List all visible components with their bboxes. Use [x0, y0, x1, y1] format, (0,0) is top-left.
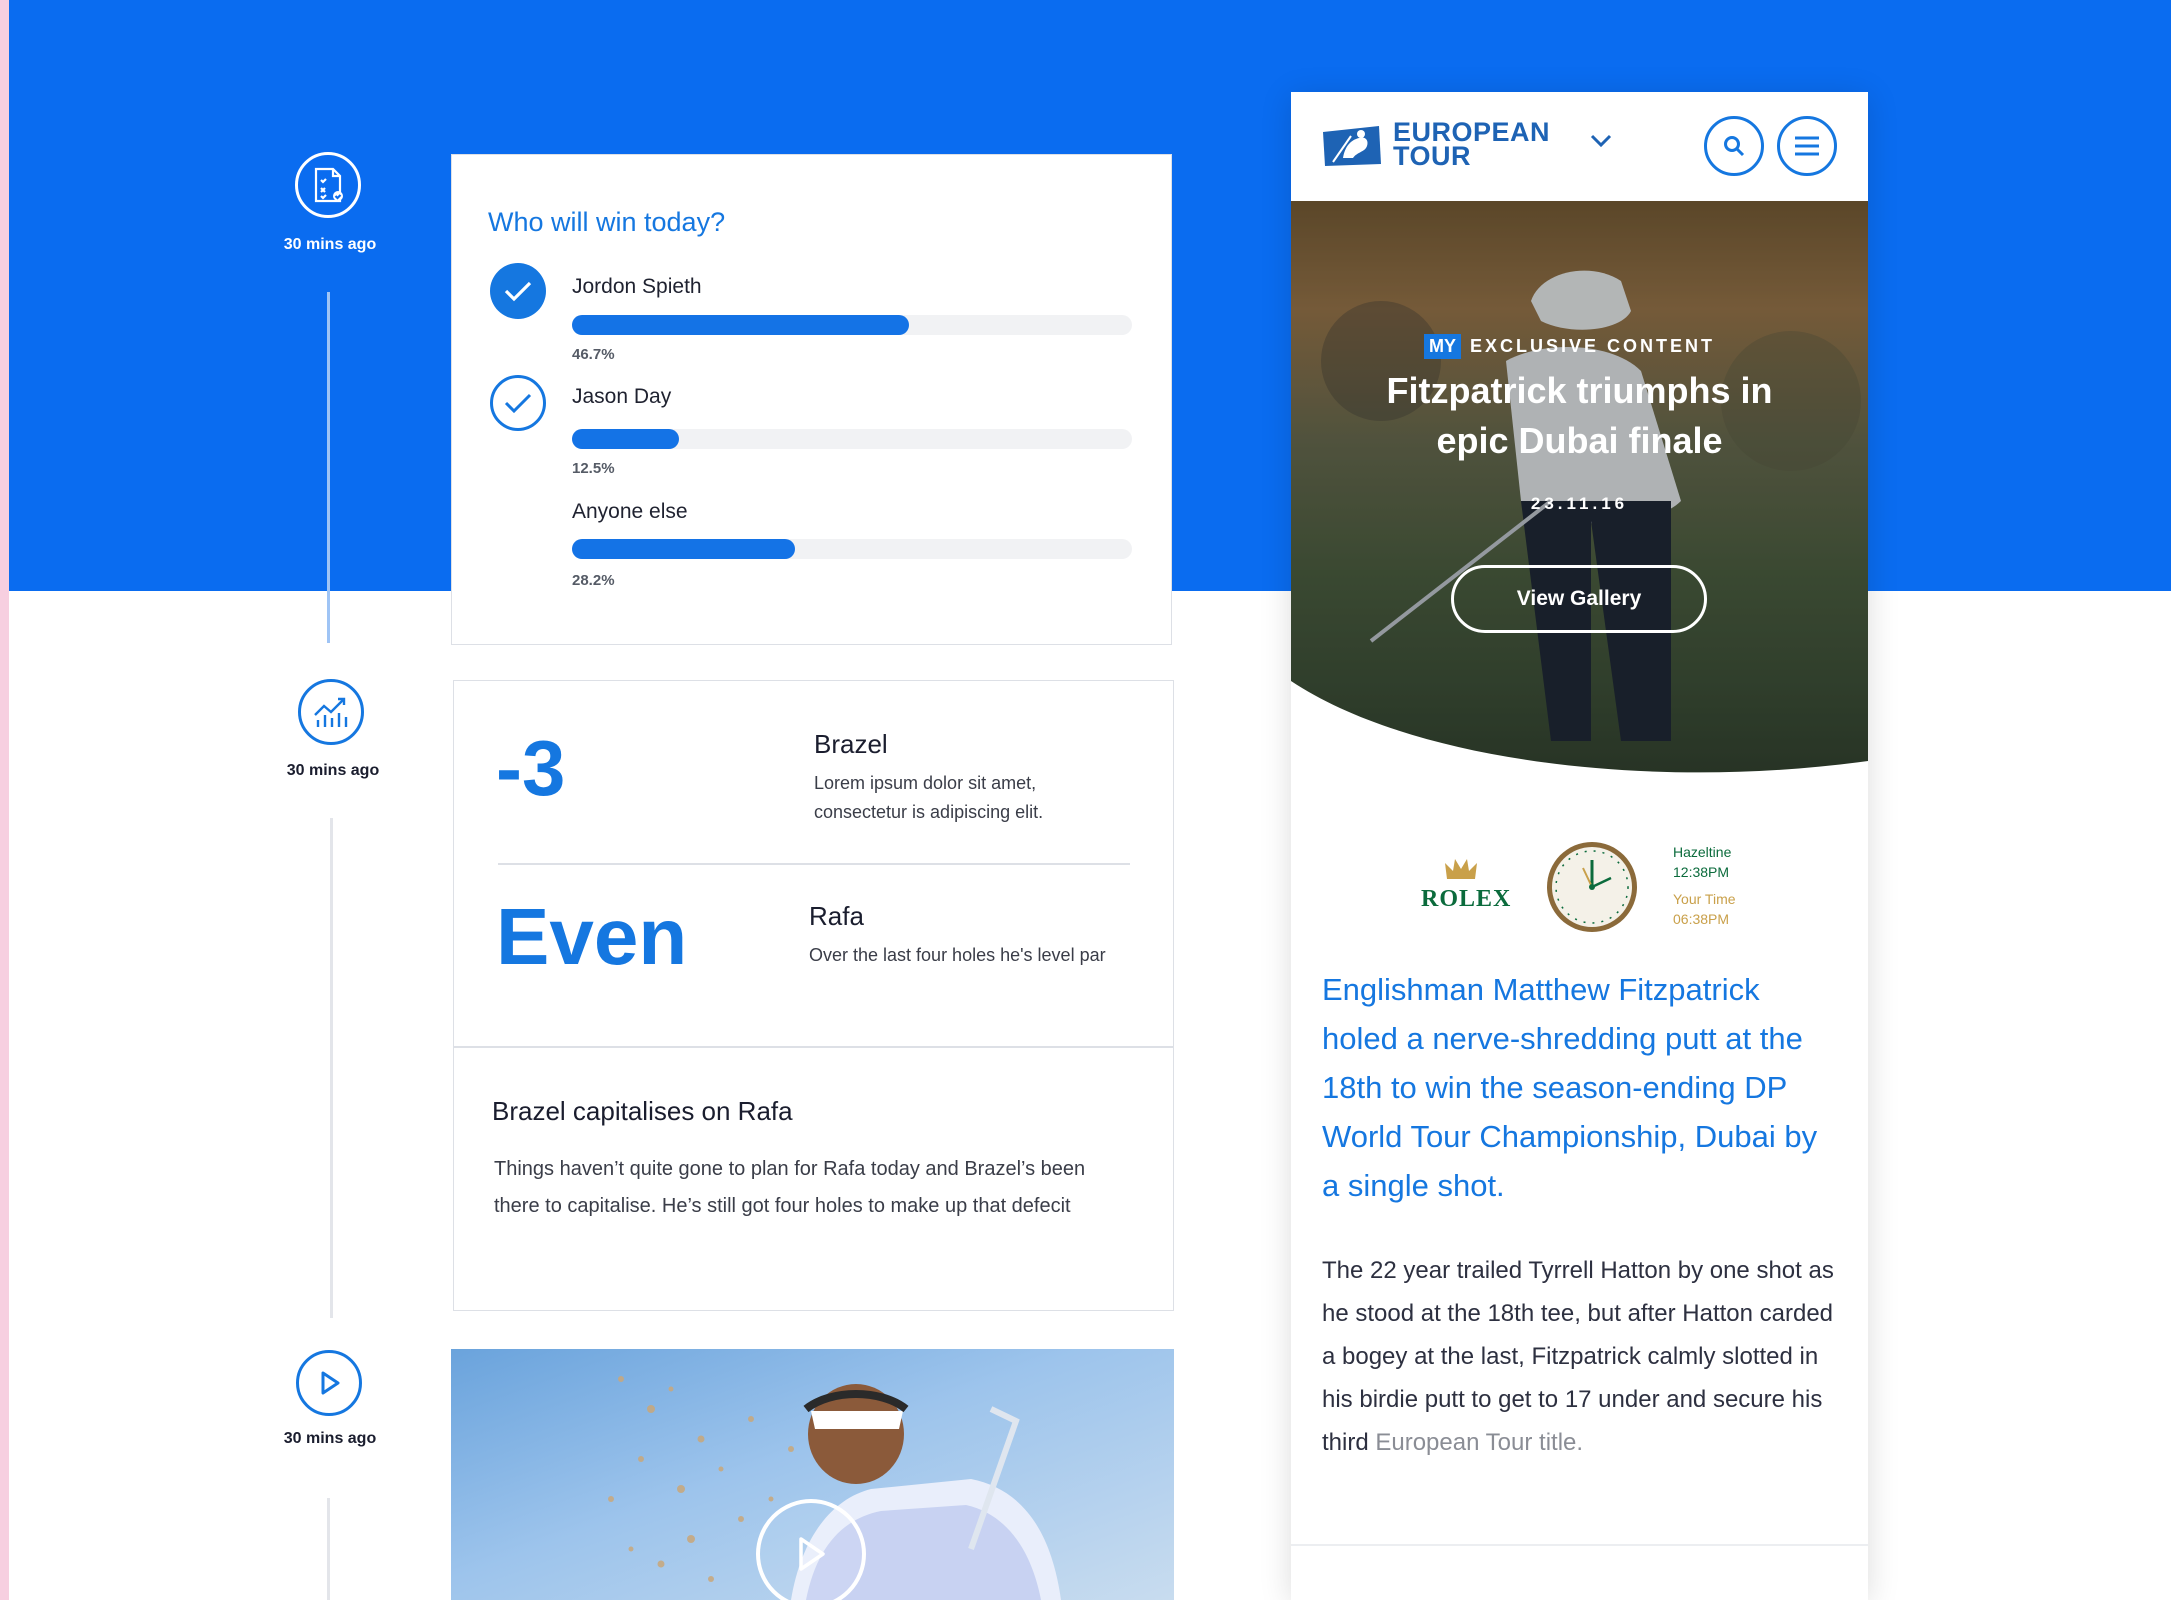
poll-bar-fill — [572, 315, 909, 335]
mobile-preview: EUROPEAN TOUR MY EXCLUSIVE CONTENT Fitzp… — [1291, 92, 1868, 1600]
divider — [1291, 1544, 1868, 1546]
player-note: Over the last four holes he's level par — [809, 945, 1106, 965]
poll-option-name: Jordon Spieth — [572, 275, 702, 298]
page-edge — [0, 0, 9, 1600]
timeline-stats-icon[interactable] — [298, 679, 364, 745]
news-body: Things haven’t quite gone to plan for Ra… — [494, 1158, 1086, 1217]
play-icon — [799, 1537, 825, 1571]
rolex-crown-icon — [1443, 857, 1479, 888]
hamburger-icon — [1795, 136, 1819, 156]
video-play-button[interactable] — [756, 1499, 866, 1600]
chevron-down-icon — [1590, 134, 1612, 148]
timeline-poll-icon[interactable] — [295, 152, 361, 218]
logo-text: EUROPEAN TOUR — [1393, 119, 1550, 171]
player-name: Rafa — [809, 901, 864, 931]
score-value: -3 — [496, 724, 566, 812]
divider — [454, 1046, 1173, 1048]
checkmark-icon — [504, 281, 532, 302]
poll-option-percent: 28.2% — [572, 572, 615, 589]
tour-dropdown[interactable] — [1590, 134, 1612, 153]
menu-button[interactable] — [1777, 116, 1837, 176]
news-title: Brazel capitalises on Rafa — [492, 1096, 793, 1126]
exclusive-badge: MY EXCLUSIVE CONTENT — [1424, 334, 1715, 359]
poll-question: Who will win today? — [488, 207, 726, 237]
timeline-connector — [330, 818, 333, 1318]
timeline-time: 30 mins ago — [283, 1430, 377, 1447]
poll-option-bar — [572, 539, 1132, 559]
rolex-brand: ROLEX — [1421, 886, 1512, 912]
search-button[interactable] — [1704, 116, 1764, 176]
score-value: Even — [496, 892, 688, 981]
stats-chart-icon — [314, 697, 348, 727]
poll-option-percent: 46.7% — [572, 346, 615, 363]
poll-option-bar — [572, 429, 1132, 449]
poll-bar-fill — [572, 429, 679, 449]
clock-location-time: 12:38PM — [1673, 864, 1730, 880]
timeline-time: 30 mins ago — [286, 762, 380, 779]
poll-option-selected-check[interactable] — [490, 263, 546, 319]
player-note: Lorem ipsum dolor sit amet, consectetur … — [814, 773, 1044, 822]
timeline-time: 30 mins ago — [283, 236, 377, 253]
article-text-fade: European Tour title. — [1375, 1429, 1584, 1456]
hero-curve — [1291, 681, 1868, 801]
timeline-connector — [327, 292, 330, 643]
checkmark-icon — [504, 393, 532, 414]
hero-date: 23.11.16 — [1530, 494, 1629, 513]
poll-option-percent: 12.5% — [572, 460, 615, 477]
logo[interactable] — [1321, 122, 1383, 173]
article-lead: Englishman Matthew Fitzpatrick holed a n… — [1322, 972, 1818, 1203]
poll-option-name[interactable]: Anyone else — [572, 500, 688, 524]
badge-my: MY — [1424, 334, 1461, 359]
clock-your-time: 06:38PM — [1673, 911, 1730, 927]
timeline-connector — [327, 1498, 330, 1600]
poll-bar-fill — [572, 539, 795, 559]
play-icon — [321, 1371, 340, 1395]
video-card[interactable] — [451, 1349, 1174, 1600]
golfer-logo-icon — [1323, 126, 1381, 166]
rolex-clock — [1545, 840, 1639, 939]
mobile-header: EUROPEAN TOUR — [1291, 92, 1868, 201]
player-name: Brazel — [814, 729, 888, 759]
divider — [498, 863, 1130, 865]
checklist-icon — [314, 167, 343, 203]
score-card: -3 Brazel Lorem ipsum dolor sit amet, co… — [453, 680, 1174, 1311]
article-text: The 22 year trailed Tyrrell Hatton by on… — [1322, 1257, 1834, 1456]
clock-your-time-label: Your Time — [1673, 891, 1736, 907]
clock-icon — [1547, 842, 1637, 932]
hero-title: Fitzpatrick triumphs in epic Dubai final… — [1386, 370, 1773, 461]
poll-card: Who will win today? Jordon Spieth 46.7% … — [451, 154, 1172, 645]
timeline-video-icon[interactable] — [296, 1350, 362, 1416]
poll-option-check[interactable] — [490, 375, 546, 431]
poll-option-name: Jason Day — [572, 385, 672, 408]
badge-label: EXCLUSIVE CONTENT — [1470, 336, 1716, 356]
search-icon — [1724, 136, 1745, 157]
hero-banner: MY EXCLUSIVE CONTENT Fitzpatrick triumph… — [1291, 201, 1868, 801]
view-gallery-button[interactable]: View Gallery — [1451, 565, 1707, 633]
article-body: The 22 year trailed Tyrrell Hatton by on… — [1322, 1249, 1842, 1464]
clock-location: Hazeltine — [1673, 844, 1732, 860]
poll-option-bar — [572, 315, 1132, 335]
logo-line-2: TOUR — [1393, 141, 1472, 171]
